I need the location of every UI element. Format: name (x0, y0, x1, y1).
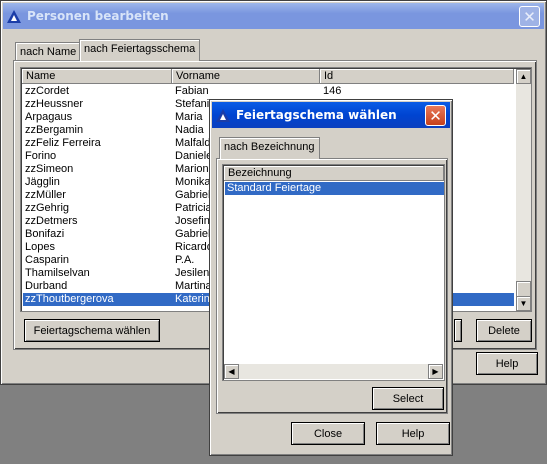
cell-name: zzCordet (25, 85, 70, 97)
dialog-close-icon[interactable]: ✕ (425, 105, 446, 126)
cell-name: zzBergamin (25, 124, 84, 136)
cell-name: zzHeussner (25, 98, 84, 110)
cell-name: Bonifazi (25, 228, 65, 240)
tab-label: nach Name (20, 46, 77, 58)
cell-name: zzSimeon (25, 163, 74, 175)
scroll-thumb[interactable] (516, 281, 531, 297)
main-help-button[interactable]: Help (476, 352, 538, 375)
cell-name: zzMüller (25, 189, 66, 201)
dialog-title: Feiertagschema wählen (236, 108, 397, 122)
cell-name: Jägglin (25, 176, 60, 188)
column-header-vorname[interactable]: Vorname (172, 69, 320, 84)
select-button[interactable]: Select (372, 387, 444, 410)
cell-name: zzThoutbergerova (25, 293, 114, 305)
tab-label: nach Feiertagsschema (84, 43, 196, 55)
schema-item-label: Standard Feiertage (227, 182, 322, 194)
scroll-left-icon[interactable]: ◀ (224, 364, 239, 379)
list-vertical-scrollbar[interactable]: ▲ ▼ (516, 69, 531, 311)
dialog-close-button[interactable]: Close (291, 422, 365, 445)
button-label: Help (495, 357, 519, 370)
cell-name: Casparin (25, 254, 70, 266)
delete-button[interactable]: Delete (476, 319, 532, 342)
table-row[interactable]: zzCordet Fabian 146 (23, 85, 514, 98)
schema-horizontal-scrollbar[interactable]: ◀ ▶ (224, 364, 443, 379)
cell-id: 146 (323, 85, 342, 97)
schema-item[interactable]: Standard Feiertage (225, 182, 444, 195)
dialog-app-icon (216, 108, 230, 122)
scroll-right-icon[interactable]: ▶ (428, 364, 443, 379)
cell-name: zzFeliz Ferreira (25, 137, 101, 149)
main-window-title: Personen bearbeiten (27, 9, 169, 23)
dialog-tab-panel: Bezeichnung Standard Feiertage ◀ ▶ Selec… (216, 158, 448, 414)
feiertagschema-waehlen-button[interactable]: Feiertagschema wählen (24, 319, 160, 342)
scroll-up-icon[interactable]: ▲ (516, 69, 531, 84)
header-label: Vorname (176, 70, 221, 82)
main-close-icon[interactable]: ✕ (519, 6, 540, 27)
feiertag-dialog: Feiertagschema wählen ✕ nach Bezeichnung… (209, 99, 453, 456)
column-header-bezeichnung[interactable]: Bezeichnung (224, 166, 444, 181)
button-label: Select (392, 392, 424, 405)
column-header-id[interactable]: Id (320, 69, 514, 84)
hidden-button[interactable] (454, 319, 462, 342)
header-label: Name (26, 70, 56, 82)
button-label: Feiertagschema wählen (33, 324, 151, 337)
header-label: Id (324, 70, 334, 82)
cell-name: zzDetmers (25, 215, 78, 227)
main-titlebar[interactable]: Personen bearbeiten ✕ (3, 3, 544, 29)
dialog-help-button[interactable]: Help (376, 422, 450, 445)
button-label: Help (401, 427, 425, 440)
tab-nach-name[interactable]: nach Name (15, 42, 82, 62)
cell-name: Durband (25, 280, 68, 292)
cell-name: Lopes (25, 241, 55, 253)
tab-nach-bezeichnung[interactable]: nach Bezeichnung (219, 137, 320, 159)
cell-name: zzGehrig (25, 202, 70, 214)
cell-name: Arpagaus (25, 111, 73, 123)
tab-label: nach Bezeichnung (224, 141, 315, 153)
schema-list[interactable]: Bezeichnung Standard Feiertage ◀ ▶ (222, 164, 445, 381)
header-label: Bezeichnung (228, 167, 292, 179)
cell-vorname: Fabian (175, 85, 209, 97)
scroll-down-icon[interactable]: ▼ (516, 296, 531, 311)
column-header-name[interactable]: Name (22, 69, 172, 84)
button-label: Close (313, 427, 343, 440)
button-label: Delete (488, 324, 520, 337)
cell-name: Thamilselvan (25, 267, 90, 279)
tab-nach-feiertagsschema[interactable]: nach Feiertagsschema (79, 39, 201, 61)
cell-name: Forino (25, 150, 57, 162)
dialog-titlebar[interactable]: Feiertagschema wählen ✕ (212, 102, 450, 128)
app-icon (7, 9, 21, 23)
